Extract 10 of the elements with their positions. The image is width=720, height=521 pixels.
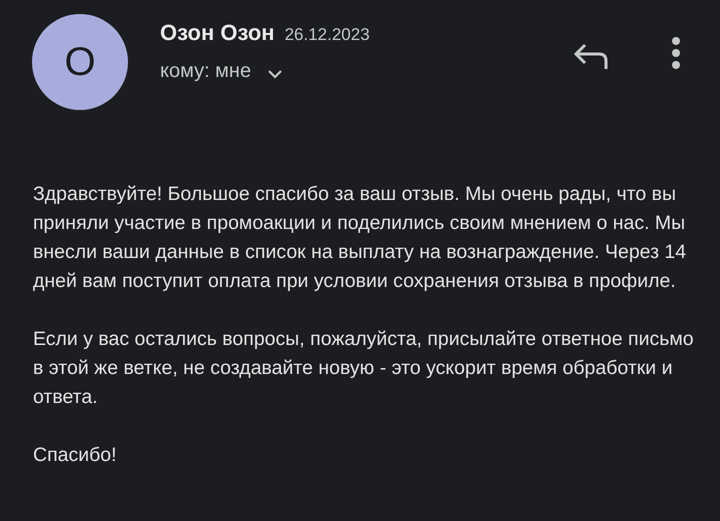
chevron-down-icon[interactable]	[267, 68, 284, 78]
date: 26.12.2023	[284, 25, 370, 45]
message-paragraph: Здравствуйте! Большое спасибо за ваш отзыв. Мы очень рады, что вы приняли участие в промоакции и поделились своим мнением о нас. Мы внесли ваши данные в список на выплату на вознаграждение. Через 14 дней вам поступит оплата при условии сохранения отзыва в профиле.	[33, 182, 688, 294]
message-paragraph: Спасибо!	[33, 443, 118, 468]
message-paragraph: Если у вас остались вопросы, пожалуйста, присылайте ответное письмо в этой же ветке, не создавайте новую - это ускорит время обработки и ответа.	[33, 327, 695, 410]
more-icon[interactable]	[671, 36, 681, 70]
reply-icon[interactable]	[573, 42, 609, 70]
recipient: кому: мне	[160, 60, 252, 83]
sender-name: Озон Озон	[160, 20, 275, 46]
avatar-letter: О	[64, 42, 96, 82]
